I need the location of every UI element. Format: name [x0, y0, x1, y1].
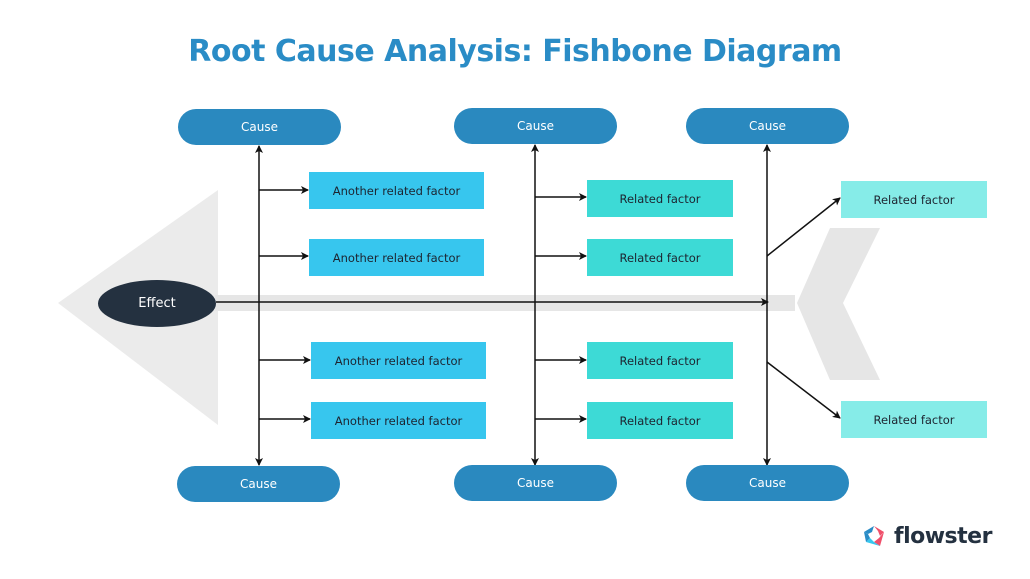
- factor-middle-bottom-2[interactable]: Related factor: [587, 402, 733, 439]
- effect-node[interactable]: Effect: [98, 280, 216, 327]
- factor-middle-top-2[interactable]: Related factor: [587, 239, 733, 276]
- fish-tail-shape: [797, 228, 880, 380]
- factor-left-top-1[interactable]: Another related factor: [309, 172, 484, 209]
- cause-bottom-left[interactable]: Cause: [177, 466, 340, 502]
- flowster-logo-text: flowster: [894, 523, 992, 549]
- factor-right-bottom[interactable]: Related factor: [841, 401, 987, 438]
- flowster-logo: flowster: [860, 522, 992, 550]
- page-title: Root Cause Analysis: Fishbone Diagram: [188, 34, 842, 69]
- cause-bottom-middle[interactable]: Cause: [454, 465, 617, 501]
- factor-right-top[interactable]: Related factor: [841, 181, 987, 218]
- cause-bottom-right[interactable]: Cause: [686, 465, 849, 501]
- factor-middle-bottom-1[interactable]: Related factor: [587, 342, 733, 379]
- factor-left-top-2[interactable]: Another related factor: [309, 239, 484, 276]
- factor-left-bottom-2[interactable]: Another related factor: [311, 402, 486, 439]
- cause-top-right[interactable]: Cause: [686, 108, 849, 144]
- cause-top-left[interactable]: Cause: [178, 109, 341, 145]
- factor-left-bottom-1[interactable]: Another related factor: [311, 342, 486, 379]
- factor-middle-top-1[interactable]: Related factor: [587, 180, 733, 217]
- cause-top-middle[interactable]: Cause: [454, 108, 617, 144]
- fish-spine-shape: [215, 295, 795, 311]
- flowster-logo-icon: [864, 526, 884, 546]
